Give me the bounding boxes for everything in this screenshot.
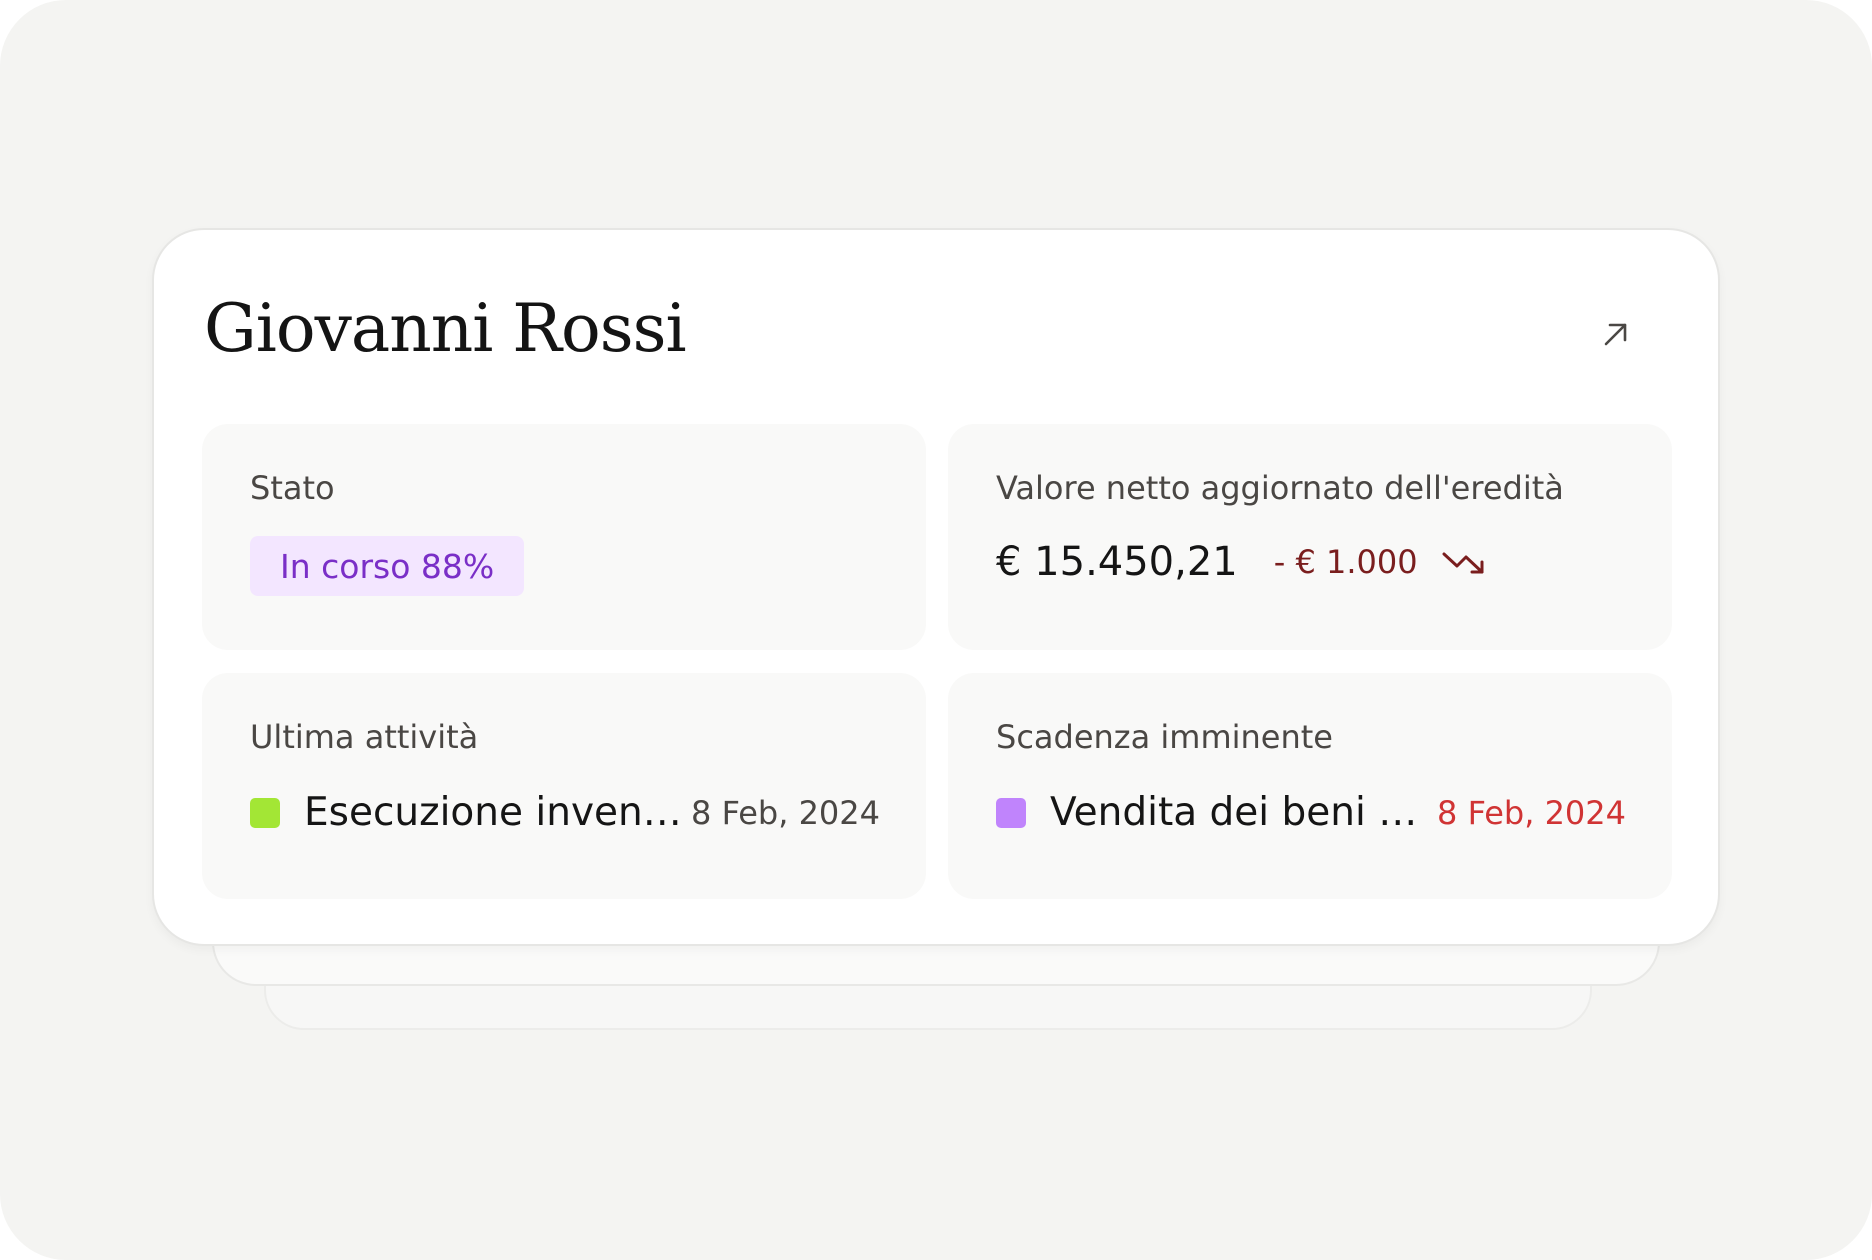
status-label: Stato (250, 469, 335, 507)
estate-summary-card[interactable]: Giovanni Rossi Stato In corso 88% Valore… (152, 228, 1720, 946)
net-value-row: € 15.450,21 - € 1.000 (996, 542, 1490, 582)
last-activity-date: 8 Feb, 2024 (691, 793, 880, 832)
last-activity-title: Esecuzione invent... (304, 793, 684, 832)
arrow-up-right-icon (1604, 323, 1627, 346)
last-activity-item[interactable]: Esecuzione invent... 8 Feb, 2024 (250, 793, 880, 832)
net-value-amount: € 15.450,21 (996, 539, 1238, 585)
upcoming-deadline-tile[interactable]: Scadenza imminente Vendita dei beni m...… (948, 673, 1672, 899)
net-value-tile: Valore netto aggiornato dell'eredità € 1… (948, 424, 1672, 650)
person-name: Giovanni Rossi (204, 290, 687, 367)
activity-marker (250, 797, 280, 828)
status-badge: In corso 88% (250, 536, 525, 596)
upcoming-deadline-title: Vendita dei beni m... (1050, 793, 1430, 832)
upcoming-deadline-label: Scadenza imminente (996, 718, 1333, 756)
upcoming-deadline-item[interactable]: Vendita dei beni m... 8 Feb, 2024 (996, 793, 1626, 832)
open-details-button[interactable] (1594, 312, 1638, 356)
canvas-background: Giovanni Rossi Stato In corso 88% Valore… (0, 0, 1872, 1260)
net-value-change: - € 1.000 (1273, 543, 1418, 581)
trending-down-icon (1442, 546, 1490, 578)
net-value-label: Valore netto aggiornato dell'eredità (996, 469, 1564, 507)
last-activity-label: Ultima attività (250, 718, 479, 756)
upcoming-deadline-date: 8 Feb, 2024 (1437, 793, 1626, 832)
last-activity-tile[interactable]: Ultima attività Esecuzione invent... 8 F… (202, 673, 926, 899)
deadline-marker (996, 797, 1026, 828)
status-tile: Stato In corso 88% (202, 424, 926, 650)
